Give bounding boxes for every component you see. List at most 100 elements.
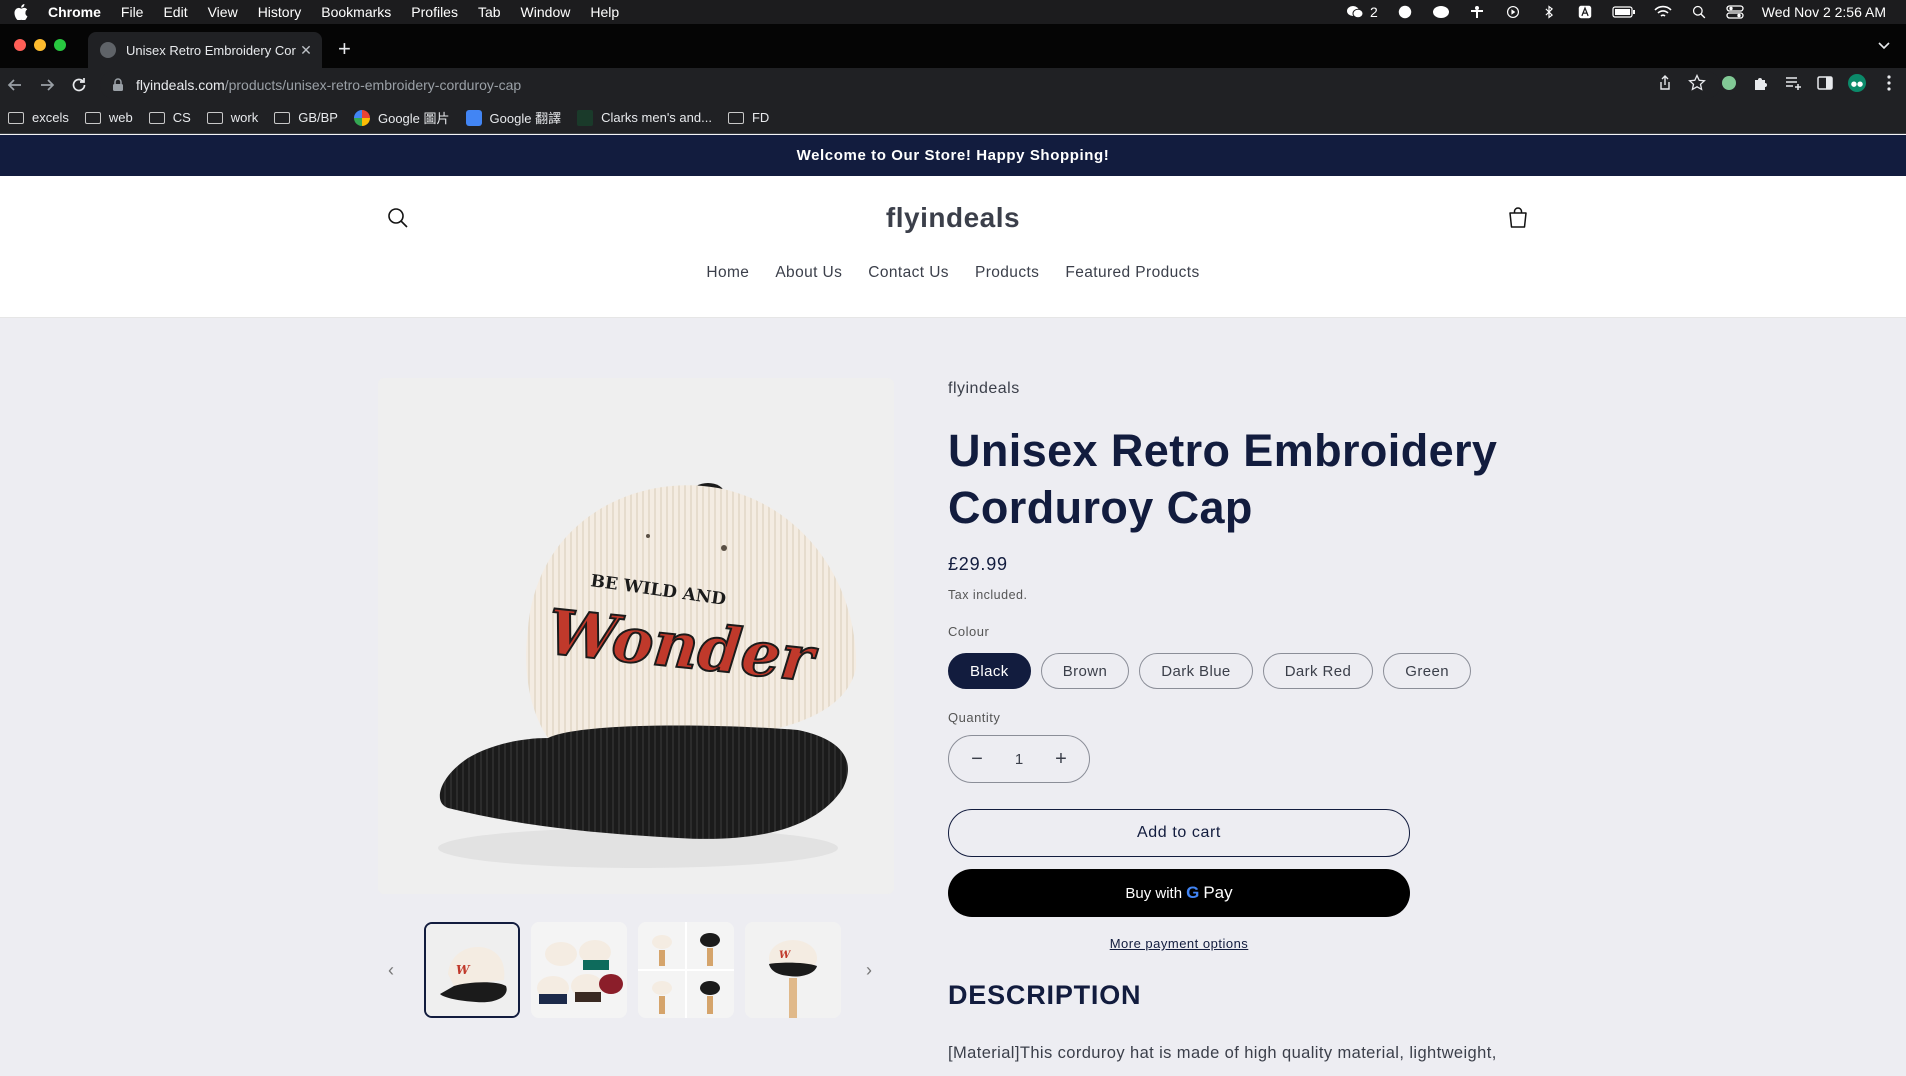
browser-tab-active[interactable]: Unisex Retro Embroidery Cord ✕: [88, 32, 322, 68]
chrome-menu-icon[interactable]: [1880, 74, 1898, 92]
add-to-cart-button[interactable]: Add to cart: [948, 809, 1410, 857]
bookmark-label: Google 圖片: [377, 111, 450, 126]
quantity-input[interactable]: 1: [1015, 751, 1023, 768]
menubar-clock[interactable]: Wed Nov 2 2:56 AM: [1762, 4, 1886, 20]
bookmark-work[interactable]: work: [206, 110, 259, 125]
bookmark-google-images[interactable]: Google 圖片: [353, 108, 450, 127]
profile-avatar-icon[interactable]: ●●: [1848, 74, 1866, 92]
thumbnail-1[interactable]: W: [424, 922, 520, 1018]
bookmark-web[interactable]: web: [84, 110, 133, 125]
menu-profiles[interactable]: Profiles: [411, 4, 458, 20]
line-app-icon[interactable]: [1432, 5, 1450, 19]
menu-tab[interactable]: Tab: [478, 4, 501, 20]
extension-circle-icon[interactable]: [1720, 74, 1738, 92]
tax-note: Tax included.: [948, 588, 1028, 602]
cap-illustration: BE WILD AND Wonder: [378, 378, 894, 894]
folder-icon: [206, 111, 223, 124]
wifi-icon[interactable]: [1654, 5, 1672, 19]
clock-app-icon[interactable]: [1396, 5, 1414, 19]
bookmark-star-icon[interactable]: [1688, 74, 1706, 92]
back-arrow-icon[interactable]: [6, 76, 24, 94]
media-play-icon[interactable]: [1504, 5, 1522, 19]
menu-view[interactable]: View: [208, 4, 238, 20]
bookmark-gbbp[interactable]: GB/BP: [274, 110, 338, 125]
thumbnail-4[interactable]: W: [745, 922, 841, 1018]
product-main-image[interactable]: BE WILD AND Wonder: [378, 378, 894, 894]
thumb-grid-image: [638, 922, 734, 1018]
new-tab-button[interactable]: +: [338, 36, 351, 62]
bookmark-cs[interactable]: CS: [148, 110, 191, 125]
menu-window[interactable]: Window: [521, 4, 571, 20]
nav-contact-us[interactable]: Contact Us: [868, 264, 949, 282]
thumb-cap-image: W: [426, 924, 518, 1016]
bluetooth-icon[interactable]: [1540, 5, 1558, 19]
address-bar[interactable]: flyindeals.com/products/unisex-retro-emb…: [100, 71, 1720, 99]
bookmark-clarks[interactable]: Clarks men's and...: [577, 109, 712, 126]
menu-app-name[interactable]: Chrome: [48, 4, 101, 20]
tab-search-chevron-icon[interactable]: [1878, 40, 1890, 50]
pay-label: Pay: [1203, 883, 1233, 902]
slider-next-chevron-icon[interactable]: ›: [866, 960, 872, 981]
bookmark-excels[interactable]: excels: [8, 110, 69, 125]
extensions-puzzle-icon[interactable]: [1752, 74, 1770, 92]
thumb-stand-image: W: [745, 922, 841, 1018]
tab-favicon: [100, 42, 116, 58]
more-payment-options-link[interactable]: More payment options: [948, 936, 1410, 951]
side-panel-icon[interactable]: [1816, 74, 1834, 92]
cart-icon[interactable]: [1506, 206, 1530, 230]
window-zoom-button[interactable]: [54, 39, 66, 51]
battery-icon[interactable]: [1612, 5, 1636, 19]
folder-icon: [727, 111, 744, 124]
accessibility-icon[interactable]: [1468, 5, 1486, 19]
control-center-icon[interactable]: [1726, 5, 1744, 19]
os-menubar: Chrome File Edit View History Bookmarks …: [0, 0, 1906, 24]
reload-icon[interactable]: [70, 76, 88, 94]
colour-option-brown[interactable]: Brown: [1040, 653, 1130, 689]
share-icon[interactable]: [1656, 74, 1674, 92]
forward-arrow-icon[interactable]: [38, 76, 56, 94]
bookmark-google-translate[interactable]: Google 翻譯: [465, 108, 561, 127]
buy-with-label: Buy with: [1125, 884, 1183, 902]
quantity-decrease-button[interactable]: −: [969, 748, 985, 771]
input-source-icon[interactable]: [1576, 5, 1594, 19]
store-header: flyindeals Home About Us Contact Us Prod…: [0, 176, 1906, 318]
product-section: BE WILD AND Wonder ‹ W W › flyindeals Un…: [0, 318, 1906, 1076]
folder-icon: [148, 111, 165, 124]
window-minimize-button[interactable]: [34, 39, 46, 51]
slider-prev-chevron-icon[interactable]: ‹: [388, 960, 394, 981]
quantity-increase-button[interactable]: +: [1053, 748, 1069, 771]
store-logo[interactable]: flyindeals: [0, 202, 1906, 234]
thumbnail-3[interactable]: [638, 922, 734, 1018]
buy-with-gpay-button[interactable]: Buy with G Pay: [948, 869, 1410, 917]
folder-icon: [84, 111, 101, 124]
nav-about-us[interactable]: About Us: [775, 264, 842, 282]
menu-history[interactable]: History: [258, 4, 302, 20]
menu-edit[interactable]: Edit: [163, 4, 187, 20]
colour-option-green[interactable]: Green: [1383, 653, 1471, 689]
menu-file[interactable]: File: [121, 4, 144, 20]
nav-home[interactable]: Home: [706, 264, 749, 282]
menu-help[interactable]: Help: [590, 4, 619, 20]
bookmark-fd[interactable]: FD: [727, 110, 769, 125]
colour-option-black[interactable]: Black: [948, 653, 1031, 689]
colour-option-dark-blue[interactable]: Dark Blue: [1139, 653, 1253, 689]
thumb-multi-cap-image: [531, 922, 627, 1018]
reading-list-icon[interactable]: [1784, 74, 1802, 92]
lock-icon[interactable]: [112, 78, 124, 92]
nav-products[interactable]: Products: [975, 264, 1039, 282]
bookmark-label: GB/BP: [298, 110, 338, 125]
apple-icon[interactable]: [14, 4, 28, 20]
tab-close-icon[interactable]: ✕: [296, 42, 316, 59]
nav-featured-products[interactable]: Featured Products: [1065, 264, 1199, 282]
thumbnail-2[interactable]: [531, 922, 627, 1018]
spotlight-search-icon[interactable]: [1690, 5, 1708, 19]
menu-bookmarks[interactable]: Bookmarks: [321, 4, 391, 20]
browser-tabstrip: Unisex Retro Embroidery Cord ✕ +: [0, 24, 1906, 68]
bookmark-label: Clarks men's and...: [601, 110, 712, 125]
quantity-label: Quantity: [948, 710, 1001, 725]
colour-option-dark-red[interactable]: Dark Red: [1262, 653, 1374, 689]
quantity-stepper: − 1 +: [948, 735, 1090, 783]
bookmark-label: work: [230, 110, 259, 125]
wechat-status[interactable]: 2: [1346, 4, 1378, 20]
window-close-button[interactable]: [14, 39, 26, 51]
